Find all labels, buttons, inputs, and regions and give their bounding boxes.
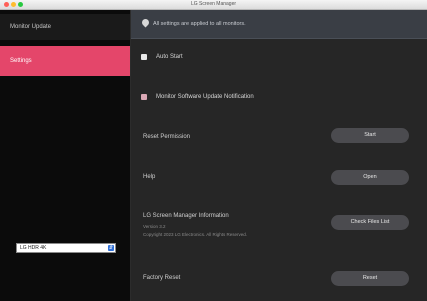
- copyright-text: Copyright 2023 LG Electronics. All Right…: [143, 232, 248, 237]
- help-open-button[interactable]: Open: [331, 170, 409, 185]
- update-notification-checkbox[interactable]: [141, 94, 147, 100]
- display-select-value: LG HDR 4K: [20, 245, 47, 251]
- title-bar: LG Screen Manager: [0, 0, 427, 10]
- location-pin-icon: [140, 17, 151, 28]
- help-label: Help: [143, 174, 156, 180]
- reset-permission-start-button[interactable]: Start: [331, 128, 409, 143]
- app-window: LG Screen Manager Monitor Update Setting…: [0, 0, 427, 301]
- reset-permission-label: Reset Permission: [143, 134, 191, 140]
- sidebar-item-settings[interactable]: Settings: [0, 46, 130, 76]
- version-text: Version 3.2: [143, 224, 166, 229]
- factory-reset-button[interactable]: Reset: [331, 271, 409, 286]
- window-title: LG Screen Manager: [190, 1, 237, 7]
- display-select[interactable]: LG HDR 4K ⇵: [16, 243, 116, 253]
- sidebar: Monitor Update Settings LG HDR 4K ⇵: [0, 10, 131, 301]
- update-notification-label: Monitor Software Update Notification: [156, 94, 254, 100]
- auto-start-row[interactable]: Auto Start: [141, 54, 427, 60]
- auto-start-checkbox[interactable]: [141, 54, 147, 60]
- factory-reset-label: Factory Reset: [143, 275, 181, 281]
- auto-start-label: Auto Start: [156, 54, 183, 60]
- update-notification-row[interactable]: Monitor Software Update Notification: [141, 94, 427, 100]
- information-label: LG Screen Manager Information: [143, 213, 229, 219]
- sidebar-item-monitor-update[interactable]: Monitor Update: [0, 14, 130, 40]
- check-files-list-button[interactable]: Check Files List: [331, 215, 409, 230]
- sidebar-item-label: Settings: [10, 58, 32, 64]
- chevron-updown-icon: ⇵: [108, 245, 114, 251]
- sidebar-item-label: Monitor Update: [10, 24, 52, 30]
- settings-panel: All settings are applied to all monitors…: [131, 10, 427, 301]
- info-banner: All settings are applied to all monitors…: [131, 10, 427, 39]
- banner-text: All settings are applied to all monitors…: [153, 21, 246, 27]
